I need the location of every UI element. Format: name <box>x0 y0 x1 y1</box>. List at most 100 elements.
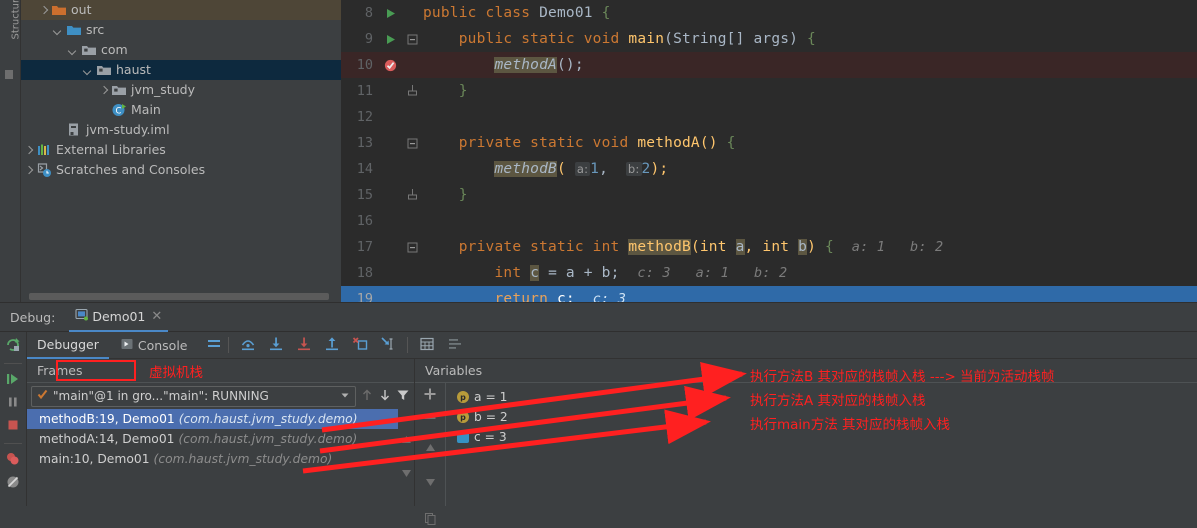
tree-item-src[interactable]: src <box>21 20 341 40</box>
tree-item-label: Scratches and Consoles <box>56 162 206 177</box>
view-breakpoints-icon[interactable] <box>5 451 21 470</box>
fold-end-icon[interactable] <box>401 188 423 202</box>
evaluate-expression-icon[interactable] <box>414 336 440 355</box>
layout-icon[interactable] <box>206 336 222 355</box>
fold-end-icon[interactable] <box>401 84 423 98</box>
line-number: 18 <box>356 265 373 281</box>
method-name-9: main <box>628 31 665 47</box>
thread-select[interactable]: "main"@1 in gro..."main": RUNNING <box>31 385 356 407</box>
brace-13: { <box>726 135 736 151</box>
run-config-tab[interactable]: Demo01 ✕ <box>69 303 169 332</box>
chevron-right-icon[interactable] <box>97 84 110 97</box>
divider <box>4 443 22 444</box>
stop-icon[interactable] <box>5 417 21 436</box>
frame-row[interactable]: methodB:19, Demo01 (com.haust.jvm_study.d… <box>27 409 414 429</box>
tree-item-out[interactable]: out <box>21 0 341 20</box>
tree-item-main[interactable]: C Main <box>21 100 341 120</box>
param-a-17: a <box>735 239 745 255</box>
plus-icon[interactable] <box>423 387 437 404</box>
chevron-down-icon[interactable] <box>82 64 95 77</box>
frames-scroll-controls[interactable] <box>398 409 414 506</box>
debug-actions-bar[interactable] <box>0 332 27 506</box>
structure-tab-label[interactable]: Structure <box>11 0 22 40</box>
tree-item-scratches-and-consoles[interactable]: Scratches and Consoles <box>21 160 341 180</box>
code-line-19[interactable]: 19 return c; c: 3 <box>341 286 1197 302</box>
tree-item-jvm-study-iml[interactable]: jvm-study.iml <box>21 120 341 140</box>
tree-item-label: jvm-study.iml <box>86 122 170 137</box>
project-tree-hscrollbar[interactable] <box>29 293 329 300</box>
code-text-17: private static int methodB(int a, int b)… <box>423 239 943 255</box>
code-line-13[interactable]: 13 private static void methodA() { <box>341 130 1197 156</box>
line-number: 13 <box>356 135 373 151</box>
code-line-8[interactable]: 8 public class Demo01 { <box>341 0 1197 26</box>
code-line-12[interactable]: 12 <box>341 104 1197 130</box>
resume-icon[interactable] <box>5 371 21 390</box>
settings-lines-icon[interactable] <box>442 336 468 355</box>
code-line-17[interactable]: 17 private static int methodB(int a, int… <box>341 234 1197 260</box>
left-tool-strip[interactable]: Structure <box>0 0 22 302</box>
code-editor[interactable]: 8 public class Demo01 { 9 public static … <box>341 0 1197 302</box>
code-line-9[interactable]: 9 public static void main(String[] args)… <box>341 26 1197 52</box>
variables-gutter[interactable] <box>415 383 446 525</box>
frame-row[interactable]: methodA:14, Demo01 (com.haust.jvm_study.d… <box>27 429 414 449</box>
fold-minus-icon[interactable] <box>401 138 423 149</box>
code-line-10[interactable]: 10 methodA(); <box>341 52 1197 78</box>
scratches-icon <box>36 162 52 178</box>
step-over-icon[interactable] <box>235 336 261 355</box>
debugger-toolbar[interactable]: Debugger Console <box>27 332 1197 359</box>
code-line-18[interactable]: 18 int c = a + b; c: 3 a: 1 b: 2 <box>341 260 1197 286</box>
step-into-icon[interactable] <box>263 336 289 355</box>
fold-minus-icon[interactable] <box>401 34 423 45</box>
chevron-down-icon[interactable] <box>52 24 65 37</box>
tab-debugger[interactable]: Debugger <box>27 331 109 359</box>
run-green-icon[interactable] <box>379 8 401 19</box>
project-tree[interactable]: out src com haust jvm_study C Main jvm-study.im… <box>21 0 341 302</box>
force-step-into-icon[interactable] <box>291 336 317 355</box>
chevron-down-icon[interactable] <box>340 389 350 403</box>
thread-selector-row[interactable]: "main"@1 in gro..."main": RUNNING <box>27 383 414 409</box>
chevron-down-icon[interactable] <box>67 44 80 57</box>
line-number: 9 <box>364 31 373 47</box>
scroll-down-icon[interactable] <box>401 467 412 481</box>
sig-open-17: (int <box>690 239 736 255</box>
frames-list[interactable]: methodB:19, Demo01 (com.haust.jvm_study.d… <box>27 409 414 506</box>
filter-icon[interactable] <box>396 388 410 405</box>
line-number: 15 <box>356 187 373 203</box>
tree-item-jvm-study[interactable]: jvm_study <box>21 80 341 100</box>
breakpoint-done-icon[interactable] <box>379 59 401 72</box>
minus-icon[interactable] <box>423 411 437 428</box>
copy-icon[interactable] <box>424 513 436 528</box>
mute-breakpoints-icon[interactable] <box>5 474 21 493</box>
scroll-up-icon[interactable] <box>401 433 412 447</box>
arrow-up-icon[interactable] <box>360 388 374 405</box>
fold-minus-icon[interactable] <box>401 242 423 253</box>
code-line-16[interactable]: 16 <box>341 208 1197 234</box>
local-variable-badge-icon <box>457 431 469 443</box>
tree-item-com[interactable]: com <box>21 40 341 60</box>
arrow-up-icon[interactable] <box>425 441 436 455</box>
var-c-18: c <box>530 265 540 281</box>
chevron-right-icon[interactable] <box>22 144 35 157</box>
run-green-icon[interactable] <box>379 34 401 45</box>
code-line-11[interactable]: 11 } <box>341 78 1197 104</box>
run-to-cursor-icon[interactable] <box>375 336 401 355</box>
tab-console[interactable]: Console <box>111 332 198 358</box>
chevron-right-icon[interactable] <box>37 4 50 17</box>
pause-icon[interactable] <box>5 394 21 413</box>
close-icon[interactable]: ✕ <box>151 309 162 324</box>
arrow-down-icon[interactable] <box>425 476 436 490</box>
kw-9: public static void <box>458 31 620 47</box>
step-out-icon[interactable] <box>319 336 345 355</box>
arrow-down-icon[interactable] <box>378 388 392 405</box>
code-line-14[interactable]: 14 methodB( a: 1, b: 2); <box>341 156 1197 182</box>
annotation-line-1: 执行方法B 其对应的栈帧入栈 ---> 当前为活动栈帧 <box>750 369 1055 385</box>
code-line-15[interactable]: 15 } <box>341 182 1197 208</box>
debug-tabbar: Debug: Demo01 ✕ <box>0 303 1197 332</box>
tree-item-haust[interactable]: haust <box>21 60 341 80</box>
drop-frame-icon[interactable] <box>347 336 373 355</box>
variable-text: a = 1 <box>474 390 508 404</box>
frame-row[interactable]: main:10, Demo01 (com.haust.jvm_study.demo… <box>27 449 414 469</box>
rerun-icon[interactable] <box>5 337 21 356</box>
chevron-right-icon[interactable] <box>22 164 35 177</box>
tree-item-external-libraries[interactable]: External Libraries <box>21 140 341 160</box>
